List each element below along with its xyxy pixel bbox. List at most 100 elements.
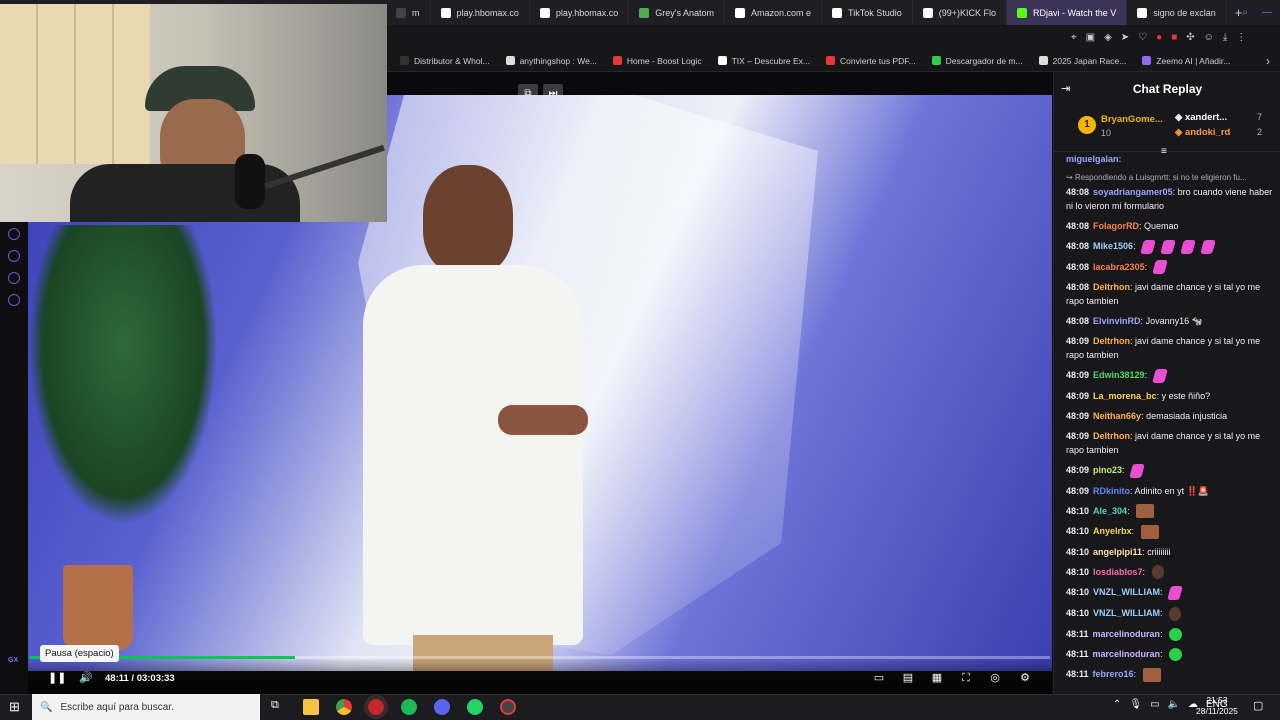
message-username[interactable]: soyadriangamer05 — [1093, 187, 1173, 197]
bookmark-item[interactable]: Zeemo AI | Añadir... — [1142, 56, 1230, 66]
search-icon[interactable]: ⌕ — [1242, 7, 1248, 18]
browser-tab[interactable]: play.hbomax.co — [431, 0, 530, 25]
message-username[interactable]: Edwin38129 — [1093, 370, 1145, 380]
message-username[interactable]: Mike1506 — [1093, 241, 1133, 251]
discord-icon[interactable] — [434, 699, 450, 715]
message-username[interactable]: RDkinito — [1093, 486, 1130, 496]
browser-tab[interactable]: TikTok Studio — [822, 0, 913, 25]
fullscreen-icon[interactable]: ⛶ — [959, 672, 973, 684]
browser-tab[interactable]: RDjavi - Watch the V — [1007, 0, 1128, 25]
browser-tab[interactable]: Amazon.com e — [725, 0, 823, 25]
extension-abp-icon[interactable]: ■ — [1171, 32, 1177, 43]
send-icon[interactable]: ➤ — [1121, 32, 1129, 43]
profile-icon[interactable]: ☺ — [1204, 32, 1214, 43]
reply-indicator: ↪ Respondiendo a Luisgmrtt: si no te eli… — [1066, 173, 1247, 182]
bookmark-favicon-icon — [826, 56, 835, 65]
file-explorer-icon[interactable] — [303, 699, 319, 715]
browser-tab[interactable]: (99+)KICK Flo — [913, 0, 1008, 25]
message-timestamp: 48:08 — [1066, 261, 1090, 272]
browser-tab[interactable]: Grey's Anatom — [629, 0, 725, 25]
browser-tab[interactable]: play.hbomax.co — [530, 0, 630, 25]
message-username[interactable]: marcelinoduran — [1093, 649, 1161, 659]
extension-red-icon[interactable]: ● — [1156, 32, 1162, 43]
message-timestamp: 48:09 — [1066, 464, 1090, 475]
message-username[interactable]: Deltrhon — [1093, 336, 1130, 346]
theater-mode-icon[interactable]: ▭ — [872, 672, 886, 684]
plant — [28, 225, 218, 525]
captions-icon[interactable]: ▦ — [930, 672, 944, 684]
tab-favicon-icon — [440, 7, 451, 18]
pause-button[interactable]: ❚❚ — [48, 672, 66, 684]
minimize-icon[interactable]: — — [1262, 7, 1272, 18]
message-username[interactable]: VNZL_WILLIAM — [1093, 608, 1160, 618]
message-username[interactable]: Deltrhon — [1093, 431, 1130, 441]
notifications-icon[interactable]: ▢ — [1253, 699, 1263, 712]
favorite-icon[interactable]: ♡ — [1138, 32, 1147, 43]
spotify-icon[interactable] — [401, 699, 417, 715]
bookmark-item[interactable]: Home - Boost Logic — [612, 56, 702, 66]
bookmark-item[interactable]: 2025 Japan Race... — [1038, 56, 1126, 66]
message-username[interactable]: angelpipi11 — [1093, 547, 1142, 557]
bookmark-item[interactable]: anythingshop : We... — [505, 56, 597, 66]
network-icon[interactable]: ▭ — [1150, 699, 1159, 710]
filter-icon[interactable]: ≡ — [1161, 146, 1167, 157]
tab-label: m — [412, 7, 420, 18]
bookmarks-more-icon[interactable]: › — [1266, 54, 1270, 68]
message-username[interactable]: Neithan66y — [1093, 411, 1141, 421]
task-view-icon[interactable]: ⧉ — [271, 699, 287, 715]
message-username[interactable]: lacabra2305 — [1093, 262, 1145, 272]
volume-tray-icon[interactable]: 🔈 — [1168, 699, 1180, 710]
message-username[interactable]: Deltrhon — [1093, 282, 1130, 292]
volume-icon[interactable]: 🔊 — [79, 672, 93, 684]
shield-icon[interactable]: ◈ — [1104, 32, 1112, 43]
screenshot-icon[interactable]: ▣ — [1086, 32, 1095, 43]
clock-icon[interactable] — [8, 250, 20, 262]
chat-icon[interactable] — [8, 272, 20, 284]
message-username[interactable]: marcelinoduran — [1093, 629, 1161, 639]
windows-start-icon[interactable]: ⊞ — [9, 699, 20, 715]
bookmark-item[interactable]: TIX – Descubre Ex... — [717, 55, 810, 66]
chrome-icon[interactable] — [336, 699, 352, 715]
play-circle-icon[interactable] — [8, 228, 20, 240]
browser-tab[interactable]: m — [386, 0, 431, 25]
tab-favicon-icon — [639, 7, 650, 18]
settings-gear-icon[interactable]: ⚙ — [1018, 672, 1032, 684]
tab-label: TikTok Studio — [848, 7, 902, 18]
message-username[interactable]: Anyelrbx — [1093, 526, 1132, 536]
leader-name[interactable]: BryanGome... — [1101, 114, 1163, 125]
whatsapp-icon[interactable] — [467, 699, 483, 715]
leader-2-name[interactable]: ◈ xandert... — [1175, 112, 1227, 123]
bookmark-favicon-icon — [931, 56, 941, 65]
message-timestamp: 48:11 — [1066, 668, 1089, 679]
microphone — [235, 154, 265, 209]
message-username[interactable]: FolagorRD — [1093, 221, 1139, 231]
bookmark-item[interactable]: Descargador de m... — [931, 56, 1023, 66]
clock[interactable]: 21:53 28/11/2025 — [1196, 695, 1238, 717]
miniplayer-icon[interactable]: ▤ — [901, 672, 915, 684]
message-username[interactable]: ElvinvinRD — [1093, 316, 1141, 326]
speed-icon[interactable]: ◎ — [988, 672, 1002, 684]
emote-icon — [1167, 586, 1183, 600]
message-username[interactable]: Ale_304 — [1093, 506, 1127, 516]
settings-icon[interactable] — [8, 294, 20, 306]
message-username[interactable]: VNZL_WILLIAM — [1093, 587, 1160, 597]
message-username[interactable]: La_morena_bc — [1093, 391, 1157, 401]
bookmark-label: TIX – Descubre Ex... — [731, 55, 810, 66]
bookmark-item[interactable]: Distributor & Whol... — [400, 56, 490, 66]
bookmark-item[interactable]: Convierte tus PDF... — [826, 56, 916, 66]
message-username[interactable]: febrero16 — [1093, 669, 1134, 679]
browser-tab[interactable]: signo de exclan — [1127, 0, 1227, 25]
message-username[interactable]: losdiablos7 — [1093, 567, 1143, 577]
chevron-up-icon[interactable]: ⌃ — [1113, 699, 1121, 710]
download-icon[interactable]: ⤓ — [1223, 32, 1227, 43]
app-icon[interactable] — [500, 699, 516, 715]
extensions-icon[interactable]: ✣ — [1186, 32, 1194, 43]
menu-icon[interactable]: ⋮ — [1236, 32, 1246, 43]
mic-icon[interactable]: 🎙 — [1129, 699, 1142, 710]
new-tab-button[interactable]: + — [1235, 5, 1243, 20]
message-username[interactable]: pino23 — [1093, 465, 1122, 475]
taskbar-search[interactable]: 🔍 Escribe aquí para buscar. — [32, 694, 260, 720]
opera-gx-icon[interactable] — [364, 695, 388, 719]
pin-icon[interactable]: ⌖ — [1071, 32, 1077, 43]
leader-3-name[interactable]: ◈ andoki_rd — [1175, 127, 1230, 138]
